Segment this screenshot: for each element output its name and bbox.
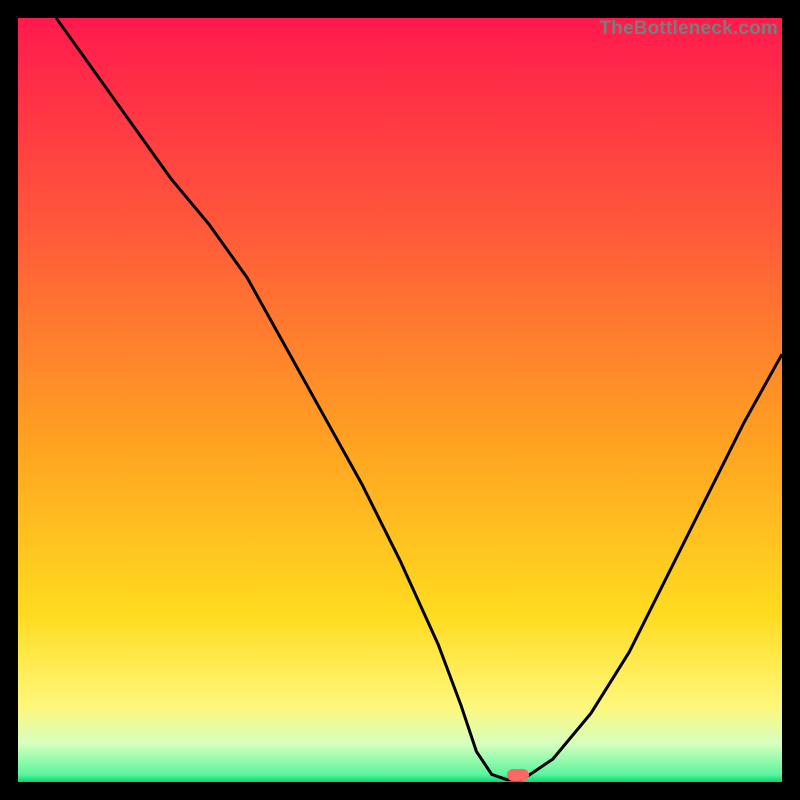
bottleneck-curve: [18, 18, 782, 782]
chart-frame: TheBottleneck.com: [0, 0, 800, 800]
curve-path: [56, 18, 782, 780]
chart-plot-area: TheBottleneck.com: [18, 18, 782, 782]
optimal-point-marker: [507, 769, 529, 781]
